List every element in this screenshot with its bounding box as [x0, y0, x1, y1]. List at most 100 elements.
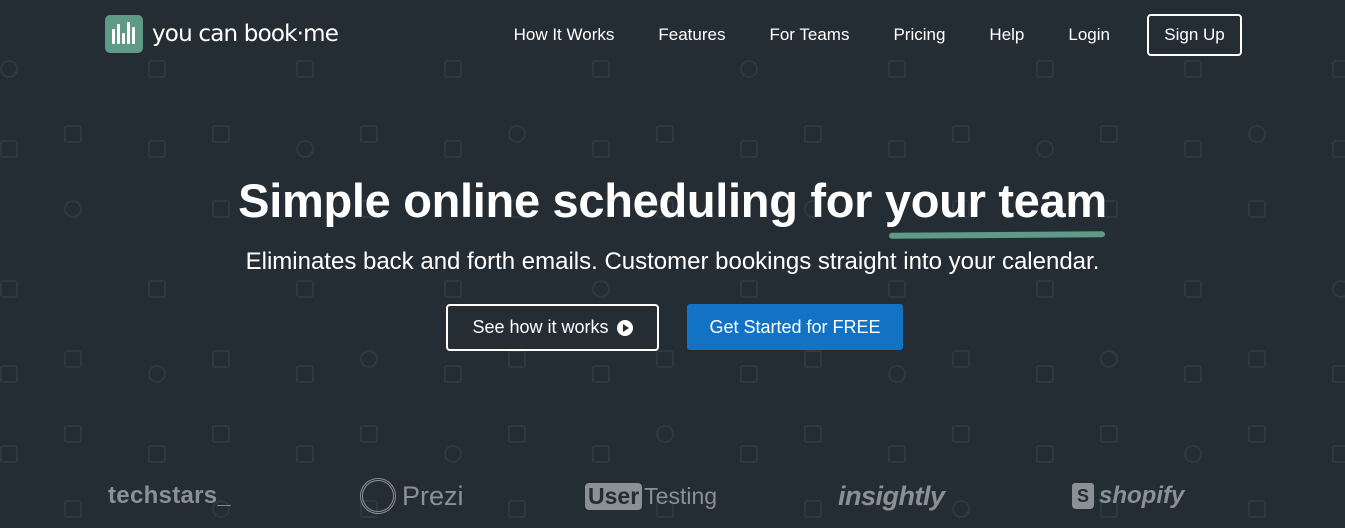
background-pattern-icon: [592, 365, 610, 383]
nav-pricing[interactable]: Pricing: [893, 25, 945, 45]
background-pattern-icon: [952, 350, 970, 368]
background-pattern-icon: [952, 125, 970, 143]
logo-text: you can book·me: [152, 21, 339, 47]
brush-underline: [888, 231, 1105, 239]
nav-help[interactable]: Help: [989, 25, 1024, 45]
background-pattern-icon: [0, 365, 18, 383]
nav-login[interactable]: Login: [1068, 25, 1110, 45]
nav-features[interactable]: Features: [658, 25, 725, 45]
signup-button[interactable]: Sign Up: [1147, 14, 1242, 56]
background-pattern-icon: [1100, 125, 1118, 143]
background-pattern-icon: [952, 425, 970, 443]
background-pattern-icon: [0, 280, 18, 298]
background-pattern-icon: [1332, 280, 1345, 298]
background-pattern-icon: [740, 365, 758, 383]
prezi-wordmark: Prezi: [402, 480, 464, 511]
background-pattern-icon: [888, 280, 906, 298]
background-pattern-icon: [64, 425, 82, 443]
background-pattern-icon: [592, 140, 610, 158]
usertesting-box: User: [585, 482, 643, 510]
background-pattern-icon: [360, 125, 378, 143]
background-pattern-icon: [1036, 280, 1054, 298]
background-pattern-icon: [1100, 350, 1118, 368]
background-pattern-icon: [444, 280, 462, 298]
background-pattern-icon: [508, 350, 526, 368]
background-pattern-icon: [64, 125, 82, 143]
background-pattern-icon: [360, 350, 378, 368]
background-pattern-icon: [212, 125, 230, 143]
background-pattern-icon: [1184, 280, 1202, 298]
background-pattern-icon: [1332, 445, 1345, 463]
see-how-it-works-label: See how it works: [472, 317, 609, 337]
background-pattern-icon: [740, 445, 758, 463]
logo-mark-icon: [105, 15, 143, 53]
background-pattern-icon: [1248, 425, 1266, 443]
background-pattern-icon: [740, 140, 758, 158]
background-pattern-icon: [296, 365, 314, 383]
background-pattern-icon: [64, 350, 82, 368]
background-pattern-icon: [656, 350, 674, 368]
background-pattern-icon: [656, 425, 674, 443]
techstars-logo: techstars_: [108, 482, 232, 509]
page-title: Simple online scheduling for your team: [0, 170, 1345, 239]
site-header: you can book·me How It Works Features Fo…: [0, 0, 1345, 70]
background-pattern-icon: [1036, 140, 1054, 158]
main-nav: How It Works Features For Teams Pricing …: [514, 14, 1242, 56]
shopify-bag-icon: [1072, 483, 1094, 509]
nav-how-it-works[interactable]: How It Works: [514, 25, 615, 45]
background-pattern-icon: [444, 365, 462, 383]
background-pattern-icon: [296, 280, 314, 298]
background-pattern-icon: [804, 425, 822, 443]
background-pattern-icon: [1332, 365, 1345, 383]
background-pattern-icon: [888, 445, 906, 463]
customer-logos: techstars_ Prezi User Testing insightly …: [0, 476, 1345, 516]
logo[interactable]: you can book·me: [105, 15, 339, 53]
background-pattern-icon: [0, 140, 18, 158]
background-pattern-icon: [592, 280, 610, 298]
background-pattern-icon: [1332, 140, 1345, 158]
background-pattern-icon: [212, 350, 230, 368]
background-pattern-icon: [1036, 365, 1054, 383]
headline-highlight-text: your team: [884, 174, 1107, 227]
background-pattern-icon: [888, 140, 906, 158]
background-pattern-icon: [444, 140, 462, 158]
background-pattern-icon: [360, 425, 378, 443]
nav-for-teams[interactable]: For Teams: [769, 25, 849, 45]
background-pattern-icon: [508, 125, 526, 143]
background-pattern-icon: [508, 425, 526, 443]
shopify-logo: shopify: [1072, 476, 1184, 516]
prezi-logo: Prezi: [360, 476, 464, 516]
background-pattern-icon: [592, 445, 610, 463]
shopify-wordmark: shopify: [1099, 482, 1185, 509]
background-pattern-icon: [296, 140, 314, 158]
background-pattern-icon: [1184, 140, 1202, 158]
background-pattern-icon: [296, 445, 314, 463]
background-pattern-icon: [148, 140, 166, 158]
headline-highlight: your team: [884, 170, 1107, 239]
background-pattern-icon: [148, 280, 166, 298]
background-pattern-icon: [804, 125, 822, 143]
background-pattern-icon: [1248, 125, 1266, 143]
see-how-it-works-button[interactable]: See how it works: [446, 304, 659, 351]
background-pattern-icon: [656, 125, 674, 143]
background-pattern-icon: [1248, 350, 1266, 368]
hero-subtitle: Eliminates back and forth emails. Custom…: [245, 248, 1100, 275]
background-pattern-icon: [740, 280, 758, 298]
headline-prefix: Simple online scheduling for: [238, 174, 885, 227]
get-started-button[interactable]: Get Started for FREE: [687, 304, 903, 350]
background-pattern-icon: [888, 365, 906, 383]
background-pattern-icon: [1036, 445, 1054, 463]
background-pattern-icon: [148, 445, 166, 463]
prezi-mark-icon: [360, 478, 396, 514]
background-pattern-icon: [212, 425, 230, 443]
background-pattern-icon: [0, 445, 18, 463]
usertesting-logo: User Testing: [585, 476, 717, 516]
background-pattern-icon: [1184, 365, 1202, 383]
insightly-logo: insightly: [838, 480, 945, 511]
hero: Simple online scheduling for your team E…: [0, 170, 1345, 276]
background-pattern-icon: [804, 350, 822, 368]
background-pattern-icon: [1184, 445, 1202, 463]
background-pattern-icon: [1100, 425, 1118, 443]
background-pattern-icon: [444, 445, 462, 463]
background-pattern-icon: [148, 365, 166, 383]
